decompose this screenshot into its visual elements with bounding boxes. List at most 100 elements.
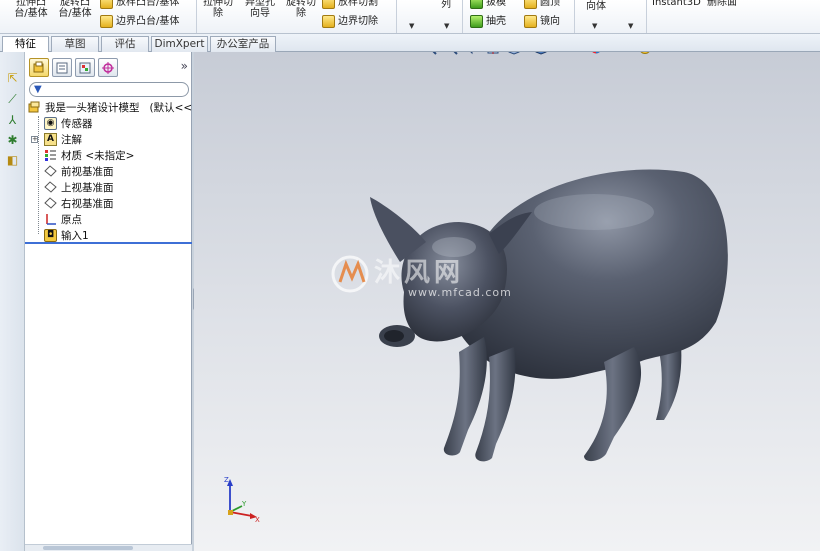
material-icon [44, 149, 57, 162]
tab-evaluate[interactable]: 评估 [101, 36, 149, 52]
tree-item-label: 原点 [61, 213, 82, 226]
dropdown-caret-icon[interactable]: ▼ [592, 22, 597, 30]
boundary-cut-label: 边界切除 [338, 15, 378, 27]
dome-icon [524, 0, 537, 9]
ribbon-separator [574, 0, 575, 33]
watermark-url: www.mfcad.com [408, 286, 512, 299]
extrude-cut-button[interactable]: 拉伸切 除 [198, 0, 238, 19]
tab-dimxpert[interactable]: DimXpert [151, 36, 208, 52]
reference-line-icon[interactable]: ⟋ [5, 92, 20, 107]
loft-cut-icon [322, 0, 335, 9]
tree-item-right-plane[interactable]: 右视基准面 [44, 195, 114, 211]
panel-horizontal-scrollbar[interactable] [25, 544, 192, 551]
delete-face-button[interactable]: 删除面 [702, 0, 742, 8]
sweep-boss-icon [100, 0, 113, 9]
tree-root-part[interactable]: 我是一头猪设计模型 (默认<< [28, 99, 192, 115]
section-view-icon[interactable] [485, 52, 501, 56]
tree-item-label: 注解 [61, 133, 82, 146]
annotation-icon: A [44, 132, 57, 146]
boundary-boss-icon [100, 15, 113, 28]
dimxpert-manager-tab-icon[interactable] [98, 58, 118, 77]
command-tab-bar: 特征 草图 评估 DimXpert 办公室产品 [0, 34, 820, 53]
graphics-viewport[interactable]: ▼ ▼ ▼ ▼ ▼ [194, 52, 820, 551]
revolve-boss-button[interactable]: 旋转凸 台/基体 [54, 0, 96, 19]
smart-dimension-icon[interactable]: ⇱ [5, 70, 20, 85]
tab-sketch[interactable]: 草图 [51, 36, 99, 52]
dropdown-caret-icon[interactable]: ▼ [409, 22, 414, 30]
boundary-boss-button[interactable]: 边界凸台/基体 [100, 15, 179, 28]
mirror-icon [524, 15, 537, 28]
configuration-manager-tab-icon[interactable] [75, 58, 95, 77]
zoom-to-fit-icon[interactable] [422, 52, 438, 56]
rollback-bar[interactable] [25, 242, 192, 244]
view-orientation-icon[interactable] [506, 52, 522, 56]
pig-3d-model[interactable] [364, 152, 734, 482]
feature-filter-input[interactable]: ▼ [29, 82, 189, 97]
draft-button[interactable]: 拔模 [470, 0, 506, 9]
dome-label: 圆顶 [540, 0, 560, 8]
boundary-cut-button[interactable]: 边界切除 [322, 15, 378, 28]
coordinate-icon[interactable]: ⅄ [5, 112, 20, 127]
tree-item-import1[interactable]: ◘ 输入1 [44, 227, 89, 243]
tree-item-label: 右视基准面 [61, 197, 114, 210]
geometry-button[interactable]: 向体 [582, 1, 610, 12]
command-manager-ribbon: 拉伸凸 台/基体 旋转凸 台/基体 放样凸台/基体 边界凸台/基体 拉伸切 除 … [0, 0, 820, 34]
filter-funnel-icon: ▼ [34, 84, 42, 95]
point-icon[interactable]: ✱ [5, 132, 20, 147]
tree-item-sensors[interactable]: ◉ 传感器 [44, 115, 93, 131]
previous-view-icon[interactable] [464, 52, 480, 56]
instant3d-button[interactable]: Instant3D [652, 0, 701, 8]
task-icon-strip: ⇱ ⟋ ⅄ ✱ ◧ [0, 52, 25, 551]
boundary-boss-label: 边界凸台/基体 [116, 15, 180, 27]
property-manager-tab-icon[interactable] [52, 58, 72, 77]
tree-item-label: 输入1 [61, 229, 89, 242]
tree-item-origin[interactable]: 原点 [44, 211, 82, 227]
tree-item-top-plane[interactable]: 上视基准面 [44, 179, 114, 195]
plane-icon [44, 180, 57, 194]
plane-icon [44, 196, 57, 210]
display-style-icon[interactable] [533, 52, 549, 56]
shell-icon [470, 15, 483, 28]
triad-z-label: Z [224, 476, 229, 484]
tree-item-label: 材质 <未指定> [61, 149, 135, 162]
part-icon [28, 101, 41, 114]
mirror-button[interactable]: 镜向 [524, 15, 560, 28]
origin-icon [44, 213, 57, 226]
dropdown-caret-icon[interactable]: ▼ [628, 22, 633, 30]
tree-connector-line [38, 116, 39, 234]
dome-button[interactable]: 圆顶 [524, 0, 560, 9]
edit-appearance-icon[interactable] [588, 52, 604, 56]
sensor-icon: ◉ [44, 116, 57, 130]
extrude-boss-button[interactable]: 拉伸凸 台/基体 [10, 0, 52, 19]
loft-cut-button[interactable]: 放样切割 [322, 0, 378, 9]
dropdown-caret-icon[interactable]: ▼ [444, 22, 449, 30]
tree-item-annotations[interactable]: A 注解 [44, 131, 82, 147]
hole-wizard-button[interactable]: 异型孔 向导 [240, 0, 280, 19]
feature-tree-tab-icon[interactable] [29, 58, 49, 77]
apply-scene-icon[interactable] [609, 52, 625, 56]
tree-item-front-plane[interactable]: 前视基准面 [44, 163, 114, 179]
loft-cut-label: 放样切割 [338, 0, 378, 8]
ribbon-separator [646, 0, 647, 33]
revolve-cut-button[interactable]: 旋转切 除 [281, 0, 321, 19]
tree-root-label: 我是一头猪设计模型 [45, 101, 140, 114]
watermark-text: 沐风网 [374, 258, 465, 288]
pattern-button[interactable]: 列 [436, 0, 456, 10]
tree-item-material[interactable]: 材质 <未指定> [44, 147, 134, 163]
sweep-boss-button[interactable]: 放样凸台/基体 [100, 0, 179, 9]
mate-icon[interactable]: ◧ [5, 152, 20, 167]
tree-item-label: 传感器 [61, 117, 93, 130]
tab-features[interactable]: 特征 [2, 36, 49, 53]
zoom-to-area-icon[interactable] [443, 52, 459, 56]
watermark-logo-icon [331, 255, 369, 293]
tab-office-products[interactable]: 办公室产品 [210, 36, 276, 52]
view-settings-icon[interactable] [637, 52, 653, 56]
hide-show-items-icon[interactable] [561, 52, 577, 56]
expand-toggle-icon[interactable]: + [31, 136, 38, 143]
draft-icon [470, 0, 483, 9]
scrollbar-thumb[interactable] [43, 546, 133, 550]
ribbon-separator [196, 0, 197, 33]
expand-panel-icon[interactable]: » [181, 59, 188, 73]
tree-root-config: (默认<< [149, 101, 193, 114]
shell-button[interactable]: 抽壳 [470, 15, 506, 28]
